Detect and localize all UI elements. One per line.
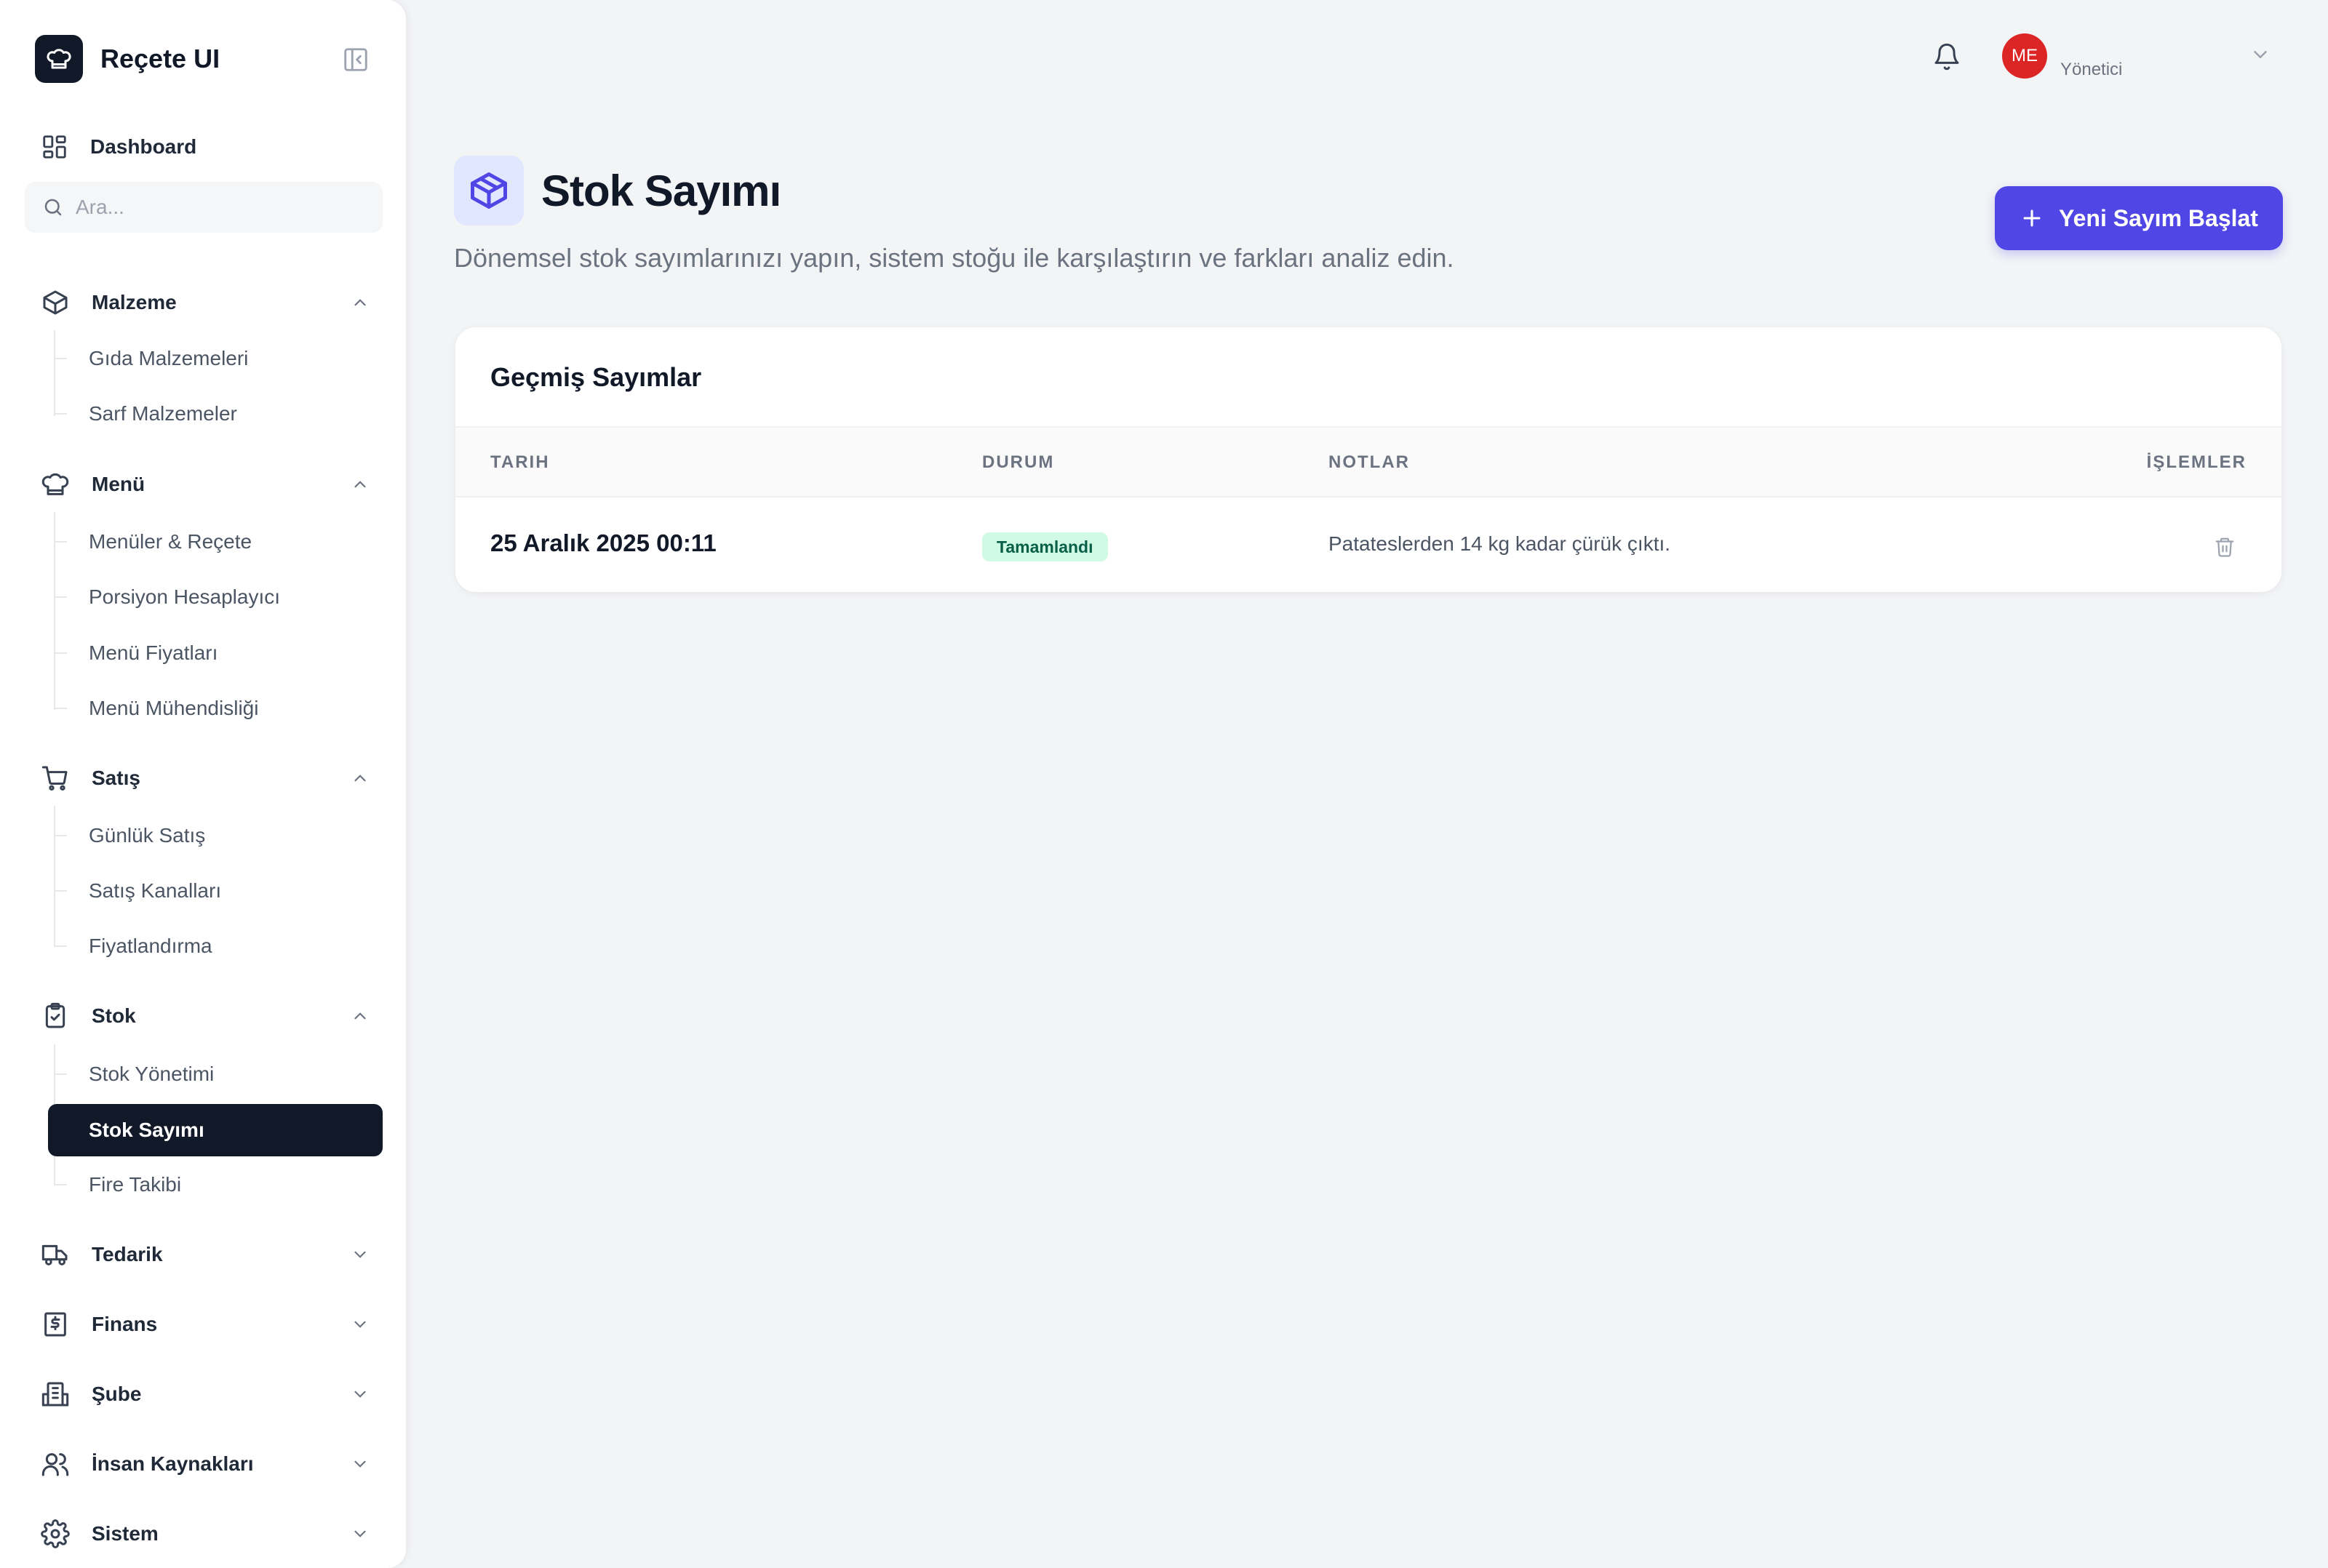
trash-icon — [2215, 537, 2234, 557]
table-row[interactable]: 25 Aralık 2025 00:11 Tamamlandı Patatesl… — [455, 497, 2281, 592]
brand[interactable]: Reçete UI — [35, 35, 220, 83]
search-input[interactable] — [76, 196, 367, 219]
package-icon — [454, 156, 524, 225]
column-header-notes: NOTLAR — [1328, 452, 1410, 472]
sidebar-section-sistem[interactable]: Sistem — [41, 1516, 371, 1551]
table-header: TARIH DURUM NOTLAR İŞLEMLER — [455, 426, 2281, 497]
user-menu[interactable]: ME Yönetici — [2002, 33, 2279, 84]
sidebar-section-finans[interactable]: Finans — [41, 1307, 371, 1342]
sidebar-section-label: İnsan Kaynakları — [92, 1452, 254, 1475]
chevron-down-icon — [349, 1453, 371, 1475]
sidebar-section-tedarik[interactable]: Tedarik — [41, 1237, 371, 1272]
page-title: Stok Sayımı — [541, 167, 781, 215]
building-icon — [41, 1382, 69, 1407]
bell-icon — [1934, 43, 1959, 71]
sidebar-item-sarf-malzemeler[interactable]: Sarf Malzemeler — [48, 388, 383, 440]
chevron-down-icon — [349, 1383, 371, 1405]
users-icon — [41, 1453, 69, 1476]
sidebar-item-gunluk-satis[interactable]: Günlük Satış — [48, 809, 383, 862]
chevron-down-icon — [349, 1313, 371, 1335]
cart-icon — [41, 766, 68, 791]
search-icon — [44, 199, 62, 216]
column-header-status: DURUM — [982, 452, 1055, 472]
chevron-up-icon — [349, 473, 371, 495]
sidebar-item-porsiyon-hesaplayici[interactable]: Porsiyon Hesaplayıcı — [48, 571, 383, 623]
plus-icon — [2020, 206, 2044, 231]
sidebar-item-gida-malzemeleri[interactable]: Gıda Malzemeleri — [48, 332, 383, 385]
chevron-down-icon — [2249, 44, 2271, 65]
column-header-actions: İŞLEMLER — [2146, 452, 2247, 472]
sidebar-section-label: Şube — [92, 1383, 142, 1405]
row-notes: Patateslerden 14 kg kadar çürük çıktı. — [1328, 532, 1671, 555]
dashboard-grid-icon — [43, 135, 66, 159]
sidebar-section-malzeme[interactable]: Malzeme — [41, 285, 371, 320]
sidebar-item-menuler-recete[interactable]: Menüler & Reçete — [48, 516, 383, 568]
sidebar-item-fire-takibi[interactable]: Fire Takibi — [48, 1159, 383, 1211]
sidebar-item-stok-yonetimi[interactable]: Stok Yönetimi — [48, 1048, 383, 1100]
status-badge: Tamamlandı — [982, 532, 1108, 561]
sidebar-section-label: Finans — [92, 1313, 158, 1335]
sidebar-section-menu[interactable]: Menü — [41, 467, 371, 502]
app-name: Reçete UI — [100, 44, 220, 73]
column-header-date: TARIH — [490, 452, 550, 472]
chevron-up-icon — [349, 292, 371, 313]
button-label: Yeni Sayım Başlat — [2059, 204, 2258, 231]
sidebar-section-sube[interactable]: Şube — [41, 1377, 371, 1412]
sidebar-search — [25, 182, 383, 233]
history-card: Geçmiş Sayımlar TARIH DURUM NOTLAR İŞLEM… — [455, 327, 2281, 592]
dollar-receipt-icon — [44, 1312, 66, 1337]
sidebar-section-insan-kaynaklari[interactable]: İnsan Kaynakları — [41, 1447, 371, 1481]
sidebar-item-label: Dashboard — [90, 135, 197, 158]
sidebar-item-satis-kanallari[interactable]: Satış Kanalları — [48, 865, 383, 917]
chevron-up-icon — [349, 767, 371, 789]
chevron-up-icon — [349, 1005, 371, 1027]
new-count-button[interactable]: Yeni Sayım Başlat — [1995, 186, 2283, 250]
delete-button[interactable] — [2209, 531, 2241, 563]
avatar: ME — [2002, 33, 2047, 79]
page-subtitle: Dönemsel stok sayımlarınızı yapın, siste… — [454, 243, 1454, 273]
panel-left-close-icon — [344, 48, 367, 71]
notifications-button[interactable] — [1929, 39, 1964, 74]
row-date: 25 Aralık 2025 00:11 — [490, 529, 717, 556]
sidebar: Reçete UI Dashboard Malzeme Gıda Malzeme… — [0, 0, 406, 1568]
sidebar-collapse-button[interactable] — [339, 45, 372, 74]
sidebar-section-label: Stok — [92, 1004, 136, 1027]
sidebar-section-label: Tedarik — [92, 1243, 163, 1265]
sidebar-item-fiyatlandirma[interactable]: Fiyatlandırma — [48, 920, 383, 972]
clipboard-check-icon — [45, 1002, 65, 1028]
sidebar-section-stok[interactable]: Stok — [41, 999, 371, 1033]
sidebar-item-stok-sayimi[interactable]: Stok Sayımı — [48, 1104, 383, 1156]
sidebar-section-label: Malzeme — [92, 291, 177, 313]
box-icon — [43, 290, 68, 315]
sidebar-item-menu-muhendisligi[interactable]: Menü Mühendisliği — [48, 682, 383, 735]
sidebar-section-label: Sistem — [92, 1522, 159, 1545]
chevron-down-icon — [349, 1244, 371, 1265]
card-title: Geçmiş Sayımlar — [490, 362, 702, 392]
sidebar-section-label: Menü — [92, 473, 146, 495]
chef-hat-logo-icon — [35, 35, 83, 83]
chevron-down-icon — [349, 1523, 371, 1545]
sidebar-item-menu-fiyatlari[interactable]: Menü Fiyatları — [48, 627, 383, 679]
sidebar-section-satis[interactable]: Satış — [41, 761, 371, 796]
user-role: Yönetici — [2060, 60, 2123, 79]
sidebar-section-label: Satış — [92, 767, 140, 789]
sidebar-item-dashboard[interactable]: Dashboard — [41, 132, 196, 161]
gear-icon — [41, 1519, 70, 1548]
chef-hat-icon — [41, 473, 69, 495]
truck-icon — [41, 1244, 68, 1265]
